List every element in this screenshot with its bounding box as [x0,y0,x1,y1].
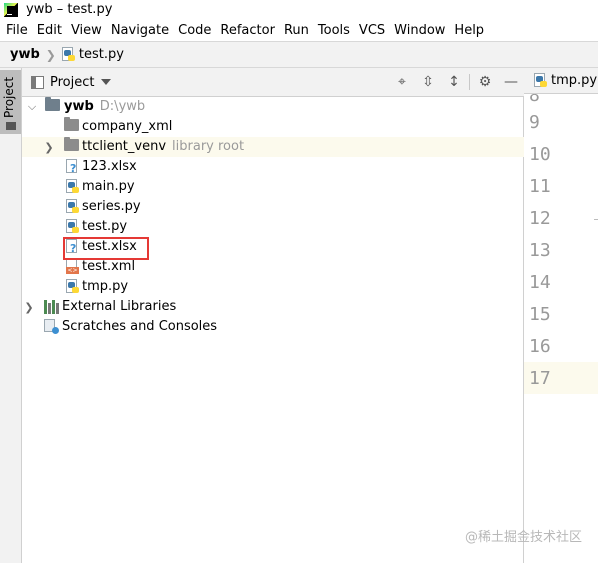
line-number: 9 [529,111,540,133]
tree-row-main-py[interactable]: main.py [22,177,524,197]
project-panel-header: Project ⌖ ⇳ ↕ ⚙ — [22,68,524,97]
python-file-icon [66,199,82,215]
tree-label-main-py: main.py [82,179,135,194]
tree-root-label: ywb D:\ywb [64,99,145,114]
folder-icon [6,122,16,130]
line-number: 14 [529,271,551,293]
expand-all-icon[interactable]: ⇳ [415,68,441,96]
tree-row-123-xlsx[interactable]: ? 123.xlsx [22,157,524,177]
project-view-icon [31,75,44,89]
editor-tab-tmp-py[interactable]: tmp.py [551,73,597,88]
project-panel-title[interactable]: Project [50,75,94,90]
title-bar: ywb – test.py [0,0,598,19]
breadcrumb-separator-icon: ❯ [45,47,56,62]
window-title: ywb – test.py [26,2,113,17]
project-tree: ⌵ ywb D:\ywb company_xml ❯ ttclient_venv l… [22,97,524,337]
line-number: 16 [529,335,551,357]
tree-name-ttclient: ttclient_venv [82,139,167,154]
python-file-icon [66,179,82,195]
gear-icon[interactable]: ⚙ [472,68,498,96]
python-file-icon [61,47,76,62]
libraries-icon [44,300,60,314]
collapsed-arrow-icon[interactable]: ❯ [44,141,54,154]
folder-icon [64,117,79,131]
tree-label-tmp-py: tmp.py [82,279,129,294]
menu-view[interactable]: View [68,23,105,38]
editor-area: tmp.py 8 9 10 11 12 13 14 15 16 17 [524,68,598,563]
line-number: 10 [529,143,551,165]
tree-row-ttclient-venv[interactable]: ❯ ttclient_venv library root [22,137,524,157]
menu-run[interactable]: Run [281,23,312,38]
panel-toolbar: ⌖ ⇳ ↕ ⚙ — [389,68,524,96]
menu-code[interactable]: Code [175,23,214,38]
line-number: 8 [529,94,540,106]
menu-tools[interactable]: Tools [315,23,353,38]
editor-tab-bar: tmp.py [524,68,598,94]
project-tool-tab-label: Project [2,76,16,118]
unknown-file-icon: ? [66,159,82,175]
tree-row-test-xml[interactable]: <> test.xml [22,257,524,277]
tree-root-path: D:\ywb [99,99,146,114]
tree-row-external-libraries[interactable]: ❯ External Libraries [22,297,524,317]
python-file-icon [534,73,548,88]
menu-window[interactable]: Window [391,23,448,38]
left-tool-strip: Project [0,68,22,563]
menu-edit[interactable]: Edit [34,23,65,38]
xml-file-icon: <> [66,259,82,275]
python-file-icon [66,279,82,295]
scratches-icon [44,319,59,334]
watermark: @稀土掘金技术社区 [464,530,582,545]
line-number: 13 [529,239,551,261]
tree-label-test-py: test.py [82,219,128,234]
breadcrumb-file[interactable]: test.py [79,47,124,62]
crosshair-icon[interactable]: ⌖ [389,68,415,96]
toolbar-divider [469,74,470,90]
folder-icon [45,97,60,111]
breadcrumb: ywb ❯ test.py [0,41,598,68]
line-number: 15 [529,303,551,325]
python-file-icon [66,219,82,235]
line-number: 12 [529,207,551,229]
tree-row-root[interactable]: ⌵ ywb D:\ywb [22,97,524,117]
chevron-down-icon[interactable] [101,79,112,85]
tree-label-scratches: Scratches and Consoles [62,319,218,334]
tree-label-test-xml: test.xml [82,259,136,274]
tree-row-company-xml[interactable]: company_xml [22,117,524,137]
tree-row-series-py[interactable]: series.py [22,197,524,217]
project-panel: Project ⌖ ⇳ ↕ ⚙ — ⌵ ywb D:\ywb company_xm… [22,68,524,563]
minimize-icon[interactable]: — [498,68,524,96]
menu-vcs[interactable]: VCS [356,23,388,38]
collapsed-arrow-icon[interactable]: ❯ [24,301,34,314]
menu-bar: File Edit View Navigate Code Refactor Ru… [0,19,598,41]
tree-row-tmp-py[interactable]: tmp.py [22,277,524,297]
tree-row-test-py[interactable]: test.py [22,217,524,237]
library-root-hint: library root [172,139,245,154]
pycharm-logo-icon [4,2,18,17]
folder-icon [64,137,79,151]
current-line-number[interactable]: 17 [524,362,598,394]
annotation-highlight-box [63,237,149,260]
tree-label-series-py: series.py [82,199,141,214]
project-tool-tab[interactable]: Project [0,70,21,134]
menu-file[interactable]: File [3,23,31,38]
tree-label-123-xlsx: 123.xlsx [82,159,137,174]
tree-label-ttclient: ttclient_venv library root [82,139,244,154]
tree-label-company-xml: company_xml [82,119,173,134]
collapse-all-icon[interactable]: ↕ [441,68,467,96]
breadcrumb-root[interactable]: ywb [10,47,40,62]
menu-refactor[interactable]: Refactor [217,23,278,38]
expanded-arrow-icon[interactable]: ⌵ [27,100,37,113]
fold-marker [594,219,598,220]
tree-label-external-libraries: External Libraries [62,299,177,314]
line-number: 11 [529,175,551,197]
menu-navigate[interactable]: Navigate [108,23,172,38]
line-number-gutter: 8 9 10 11 12 13 14 15 16 17 [524,94,598,394]
menu-help[interactable]: Help [451,23,487,38]
tree-root-name: ywb [64,99,94,114]
tree-row-scratches[interactable]: Scratches and Consoles [22,317,524,337]
